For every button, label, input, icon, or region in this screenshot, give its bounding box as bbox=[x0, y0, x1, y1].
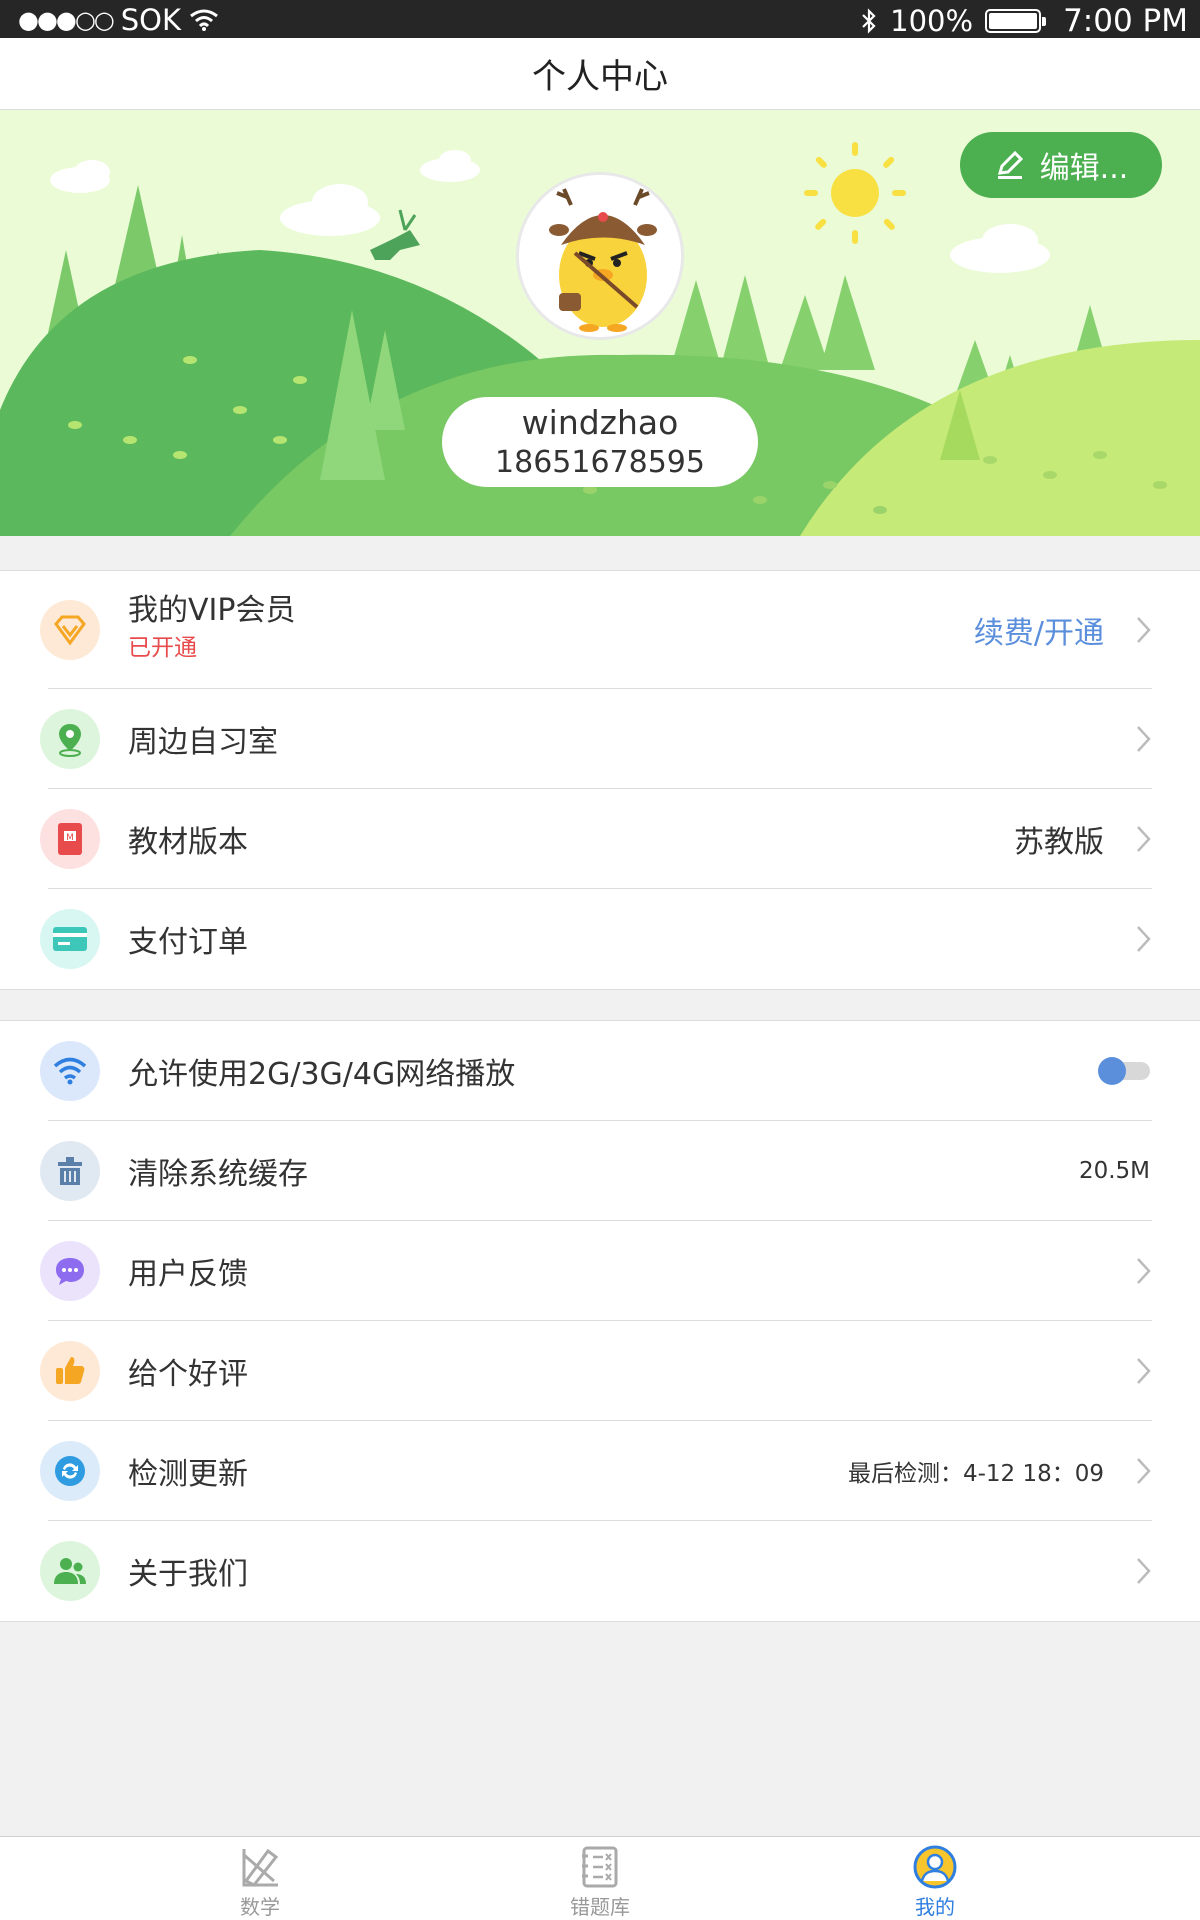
vip-status: 已开通 bbox=[128, 635, 197, 661]
list-item-mobile-data: 允许使用2G/3G/4G网络播放 bbox=[0, 1021, 1200, 1121]
vip-label: 我的VIP会员 bbox=[128, 593, 296, 628]
wifi-icon bbox=[40, 1041, 100, 1101]
list-item-rate-app[interactable]: 给个好评 bbox=[0, 1321, 1200, 1421]
list-item-feedback[interactable]: 用户反馈 bbox=[0, 1221, 1200, 1321]
phone-number: 18651678595 bbox=[495, 445, 705, 480]
bluetooth-icon bbox=[862, 8, 876, 34]
list-item-orders[interactable]: 支付订单 bbox=[0, 889, 1200, 989]
about-label: 关于我们 bbox=[128, 1557, 248, 1592]
app-settings-group: 允许使用2G/3G/4G网络播放 清除系统缓存 20.5M 用户反馈 给个好评 … bbox=[0, 1020, 1200, 1622]
location-pin-icon bbox=[40, 709, 100, 769]
tab-mistakes-label: 错题库 bbox=[570, 1895, 630, 1919]
username: windzhao bbox=[521, 403, 679, 442]
list-item-vip[interactable]: 我的VIP会员 已开通 续费/开通 bbox=[0, 571, 1200, 689]
battery-percent: 100% bbox=[890, 4, 974, 38]
carrier-name: SOK bbox=[120, 3, 181, 37]
mobile-data-toggle[interactable] bbox=[1098, 1057, 1150, 1085]
chat-bubble-icon bbox=[40, 1241, 100, 1301]
trash-bin-icon bbox=[40, 1141, 100, 1201]
refresh-icon bbox=[40, 1441, 100, 1501]
profile-icon bbox=[913, 1845, 957, 1889]
list-item-study-rooms[interactable]: 周边自习室 bbox=[0, 689, 1200, 789]
profile-header: 编辑... windzhao 18651678595 bbox=[0, 110, 1200, 536]
wifi-signal-icon bbox=[190, 9, 218, 31]
avatar[interactable] bbox=[516, 172, 684, 340]
tab-me-label: 我的 bbox=[915, 1895, 955, 1919]
edit-profile-label: 编辑... bbox=[1039, 151, 1129, 186]
chevron-right-icon bbox=[1137, 1258, 1151, 1284]
study-rooms-label: 周边自习室 bbox=[128, 725, 278, 760]
nav-bar: 个人中心 bbox=[0, 38, 1200, 110]
list-item-clear-cache[interactable]: 清除系统缓存 20.5M bbox=[0, 1121, 1200, 1221]
check-update-label: 检测更新 bbox=[128, 1457, 248, 1492]
rate-app-label: 给个好评 bbox=[128, 1357, 248, 1392]
chevron-right-icon bbox=[1137, 826, 1151, 852]
chevron-right-icon bbox=[1137, 726, 1151, 752]
battery-icon bbox=[985, 9, 1047, 33]
chick-mascot-avatar bbox=[519, 175, 681, 337]
textbook-edition-label: 教材版本 bbox=[128, 825, 248, 860]
people-icon bbox=[40, 1541, 100, 1601]
edit-profile-button[interactable]: 编辑... bbox=[960, 132, 1162, 198]
bottom-tab-bar: 数学 错题库 我的 bbox=[0, 1836, 1200, 1920]
list-item-about[interactable]: 关于我们 bbox=[0, 1521, 1200, 1621]
payment-card-icon bbox=[40, 909, 100, 969]
tab-me[interactable]: 我的 bbox=[835, 1837, 1035, 1920]
chevron-right-icon bbox=[1137, 1558, 1151, 1584]
textbook-edition-value: 苏教版 bbox=[1014, 825, 1104, 860]
signal-dots-icon: ●●●○○ bbox=[18, 6, 115, 34]
user-info-card: windzhao 18651678595 bbox=[442, 397, 758, 487]
mobile-data-label: 允许使用2G/3G/4G网络播放 bbox=[128, 1057, 516, 1092]
page-title: 个人中心 bbox=[532, 57, 668, 97]
clock: 7:00 PM bbox=[1063, 3, 1188, 39]
orders-label: 支付订单 bbox=[128, 925, 248, 960]
thumbs-up-icon bbox=[40, 1341, 100, 1401]
textbook-icon: M bbox=[40, 809, 100, 869]
tab-math[interactable]: 数学 bbox=[160, 1837, 360, 1920]
status-bar: ●●●○○ SOK 100% 7:00 PM bbox=[0, 0, 1200, 39]
math-tools-icon bbox=[242, 1848, 279, 1887]
chevron-right-icon bbox=[1137, 1458, 1151, 1484]
tab-math-label: 数学 bbox=[240, 1895, 280, 1919]
chevron-right-icon bbox=[1137, 926, 1151, 952]
notebook-icon bbox=[582, 1846, 618, 1888]
chevron-right-icon bbox=[1137, 1358, 1151, 1384]
vip-diamond-icon bbox=[40, 600, 100, 660]
list-item-textbook-edition[interactable]: M 教材版本 苏教版 bbox=[0, 789, 1200, 889]
list-item-check-update[interactable]: 检测更新 最后检测：4-12 18：09 bbox=[0, 1421, 1200, 1521]
tab-mistakes[interactable]: 错题库 bbox=[500, 1837, 700, 1920]
cache-size: 20.5M bbox=[1078, 1158, 1150, 1184]
pencil-icon bbox=[997, 150, 1023, 179]
chevron-right-icon bbox=[1137, 617, 1151, 643]
last-check-time: 最后检测：4-12 18：09 bbox=[847, 1461, 1104, 1487]
svg-text:M: M bbox=[66, 833, 74, 843]
account-settings-group: 我的VIP会员 已开通 续费/开通 周边自习室 M 教材版本 苏教版 支付订单 bbox=[0, 570, 1200, 990]
vip-renew-link[interactable]: 续费/开通 bbox=[974, 608, 1104, 652]
feedback-label: 用户反馈 bbox=[128, 1257, 248, 1292]
clear-cache-label: 清除系统缓存 bbox=[128, 1157, 308, 1192]
